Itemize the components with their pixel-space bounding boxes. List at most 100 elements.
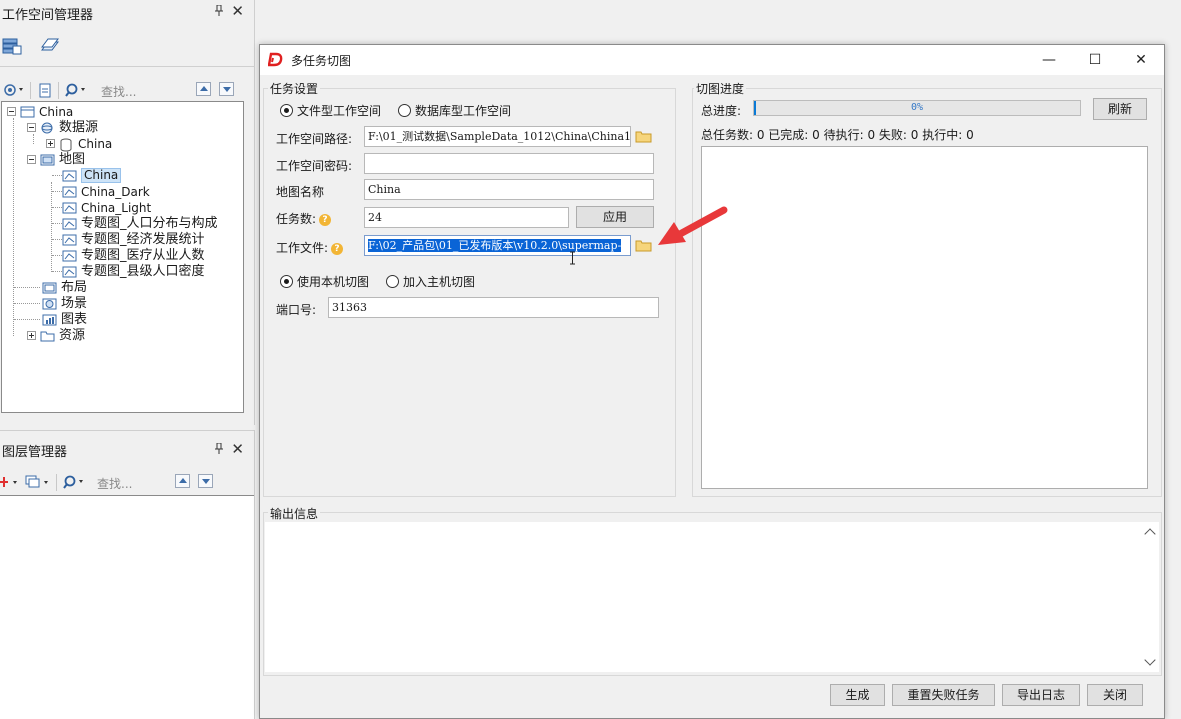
dialog-titlebar[interactable]: 多任务切图 — ☐ ✕ (260, 45, 1164, 75)
map-name-input[interactable]: China (364, 179, 654, 200)
total-progress-bar: 0% (753, 100, 1081, 116)
expand-toggle[interactable] (46, 139, 55, 148)
workspace-path-input[interactable]: F:\01_测试数据\SampleData_1012\China\China1( (364, 126, 631, 147)
search-icon[interactable] (63, 475, 87, 492)
layer-group-icon[interactable] (25, 475, 53, 492)
collapse-toggle[interactable] (27, 155, 36, 164)
tree-item-label: 场景 (61, 295, 88, 311)
tree-item-datasources[interactable]: 数据源 (27, 119, 98, 135)
tree-item-layout[interactable]: 布局 (42, 279, 87, 295)
radio-label: 文件型工作空间 (297, 104, 382, 118)
layer-panel-close-button[interactable]: ✕ (231, 440, 244, 458)
move-down-button[interactable] (198, 474, 213, 488)
app-logo-icon (267, 51, 284, 67)
radio-label: 数据库型工作空间 (415, 104, 512, 118)
multi-task-tiling-dialog: 多任务切图 — ☐ ✕ 任务设置 文件型工作空间 数据库型工作空间 工作空间路径… (259, 44, 1165, 719)
radio-db-workspace[interactable]: 数据库型工作空间 (398, 102, 511, 119)
open-workspace-icon[interactable] (3, 83, 25, 100)
tree-item-resources[interactable]: 资源 (27, 327, 85, 343)
pin-icon[interactable] (214, 4, 224, 20)
output-scrollbar[interactable] (1142, 522, 1159, 672)
radio-file-workspace[interactable]: 文件型工作空间 (280, 102, 381, 119)
tree-connector (52, 223, 62, 224)
scene-icon (42, 298, 57, 310)
workspace-password-input[interactable] (364, 153, 654, 174)
tree-item-map-theme-population[interactable]: 专题图_人口分布与构成 (62, 215, 218, 231)
new-document-icon[interactable] (38, 83, 52, 102)
tab-workspace-icon[interactable] (1, 36, 25, 58)
export-log-button[interactable]: 导出日志 (1002, 684, 1080, 706)
refresh-button[interactable]: 刷新 (1093, 98, 1147, 120)
dialog-close-button[interactable]: 关闭 (1087, 684, 1143, 706)
workspace-search-input[interactable]: 查找... (101, 83, 136, 100)
radio-use-local[interactable]: 使用本机切图 (280, 273, 369, 290)
pin-icon[interactable] (214, 442, 224, 458)
work-file-label: 工作文件:? (276, 239, 344, 256)
task-settings-group (263, 88, 676, 497)
expand-toggle[interactable] (27, 331, 36, 340)
tree-connector (33, 134, 34, 144)
tree-item-label: China (39, 104, 74, 119)
tree-item-map-china-dark[interactable]: China_Dark (62, 183, 150, 199)
collapse-toggle[interactable] (7, 107, 16, 116)
generate-button[interactable]: 生成 (830, 684, 885, 706)
progress-text: 0% (910, 102, 924, 113)
layer-toolbar: 查找... (0, 472, 250, 494)
layer-list[interactable] (0, 495, 254, 719)
apply-button[interactable]: 应用 (576, 206, 654, 228)
radio-dot (398, 104, 411, 117)
reset-failed-button[interactable]: 重置失败任务 (892, 684, 995, 706)
tree-connector (52, 175, 62, 176)
radio-label: 使用本机切图 (297, 275, 370, 289)
tree-item-map-theme-economy[interactable]: 专题图_经济发展统计 (62, 231, 205, 247)
tab-layer-stack-icon[interactable] (38, 36, 62, 58)
scroll-up-icon[interactable] (1144, 528, 1156, 540)
tree-item-scene[interactable]: 场景 (42, 295, 87, 311)
workspace-tab-strip (0, 36, 255, 62)
tree-connector (14, 287, 40, 288)
tree-item-label: 专题图_经济发展统计 (81, 231, 205, 247)
layer-search-input[interactable]: 查找... (97, 475, 132, 492)
tree-item-label: 地图 (59, 151, 86, 167)
move-up-button[interactable] (196, 82, 211, 96)
progress-group-label: 切图进度 (694, 80, 747, 97)
maximize-button[interactable]: ☐ (1072, 45, 1118, 75)
tree-item-chart[interactable]: 图表 (42, 311, 87, 327)
tree-item-map-china[interactable]: China (62, 167, 122, 183)
tree-item-map-china-light[interactable]: China_Light (62, 199, 151, 215)
label-text: 工作文件: (276, 241, 329, 255)
close-window-button[interactable]: ✕ (1118, 45, 1164, 75)
browse-folder-icon[interactable] (635, 130, 652, 143)
tree-item-root[interactable]: China (7, 103, 73, 119)
tree-connector (52, 255, 62, 256)
annotation-arrow-icon (650, 200, 736, 250)
add-layer-icon[interactable] (0, 475, 22, 492)
move-up-button[interactable] (175, 474, 190, 488)
map-icon (62, 250, 77, 262)
output-text-area[interactable] (265, 522, 1159, 672)
port-input[interactable]: 31363 (328, 297, 659, 318)
collapse-toggle[interactable] (27, 123, 36, 132)
radio-join-host[interactable]: 加入主机切图 (386, 273, 475, 290)
tree-item-datasource-china[interactable]: China (46, 135, 112, 151)
work-file-input[interactable]: F:\02_产品包\01_已发布版本\v10.2.0\supermap- (364, 235, 631, 256)
help-icon[interactable]: ? (331, 242, 344, 255)
datasource-group-icon (40, 122, 55, 134)
tree-item-label: China_Light (81, 200, 152, 215)
progress-detail-area[interactable] (701, 146, 1148, 489)
workspace-panel-close-button[interactable]: ✕ (231, 2, 244, 20)
tree-item-map-theme-density[interactable]: 专题图_县级人口密度 (62, 263, 205, 279)
tree-item-label: 专题图_县级人口密度 (81, 263, 205, 279)
search-icon[interactable] (65, 83, 89, 100)
task-count-input[interactable]: 24 (364, 207, 569, 228)
help-icon[interactable]: ? (319, 213, 332, 226)
layer-manager-panel: 图层管理器 ✕ 查找... (0, 430, 255, 719)
tree-connector (14, 303, 40, 304)
dialog-title: 多任务切图 (291, 54, 352, 68)
move-down-button[interactable] (219, 82, 234, 96)
tree-item-maps[interactable]: 地图 (27, 151, 85, 167)
minimize-button[interactable]: — (1026, 45, 1072, 75)
tree-item-map-theme-medical[interactable]: 专题图_医疗从业人数 (62, 247, 205, 263)
scroll-down-icon[interactable] (1144, 654, 1156, 666)
workspace-icon (20, 106, 35, 118)
